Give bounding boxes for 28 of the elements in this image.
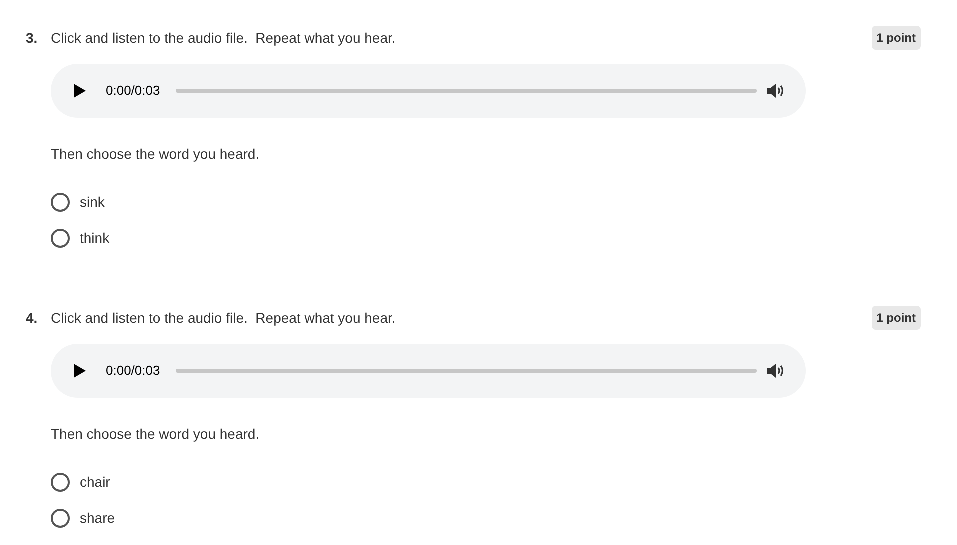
play-button[interactable]	[72, 83, 88, 99]
speaker-icon	[767, 83, 786, 99]
points-badge: 1 point	[872, 26, 921, 50]
volume-button[interactable]	[767, 83, 786, 99]
audio-time: 0:00/0:03	[106, 82, 160, 100]
radio-button[interactable]	[51, 472, 70, 492]
audio-progress-track[interactable]	[176, 369, 757, 373]
volume-button[interactable]	[767, 363, 786, 379]
question-text: Click and listen to the audio file. Repeat what you hear.	[51, 28, 396, 48]
radio-option[interactable]: sink	[51, 184, 105, 220]
prompt-text: Then choose the word you heard.	[51, 425, 261, 444]
radio-option[interactable]: share	[51, 500, 116, 536]
question-text: Click and listen to the audio file. Repeat what you hear.	[51, 308, 396, 328]
prompt-text: Then choose the word you heard.	[51, 145, 261, 164]
audio-time: 0:00/0:03	[106, 362, 160, 380]
question-number: 3.	[26, 28, 39, 48]
question-number: 4.	[26, 308, 39, 328]
points-badge: 1 point	[872, 306, 921, 330]
radio-button[interactable]	[51, 228, 70, 248]
play-icon	[74, 364, 86, 378]
radio-option[interactable]: chair	[51, 464, 110, 500]
play-icon	[74, 84, 86, 98]
play-button[interactable]	[72, 363, 88, 379]
radio-option[interactable]: think	[51, 220, 110, 256]
speaker-icon	[767, 363, 786, 379]
audio-progress-track[interactable]	[176, 89, 757, 93]
radio-button[interactable]	[51, 508, 70, 528]
radio-button[interactable]	[51, 192, 70, 212]
